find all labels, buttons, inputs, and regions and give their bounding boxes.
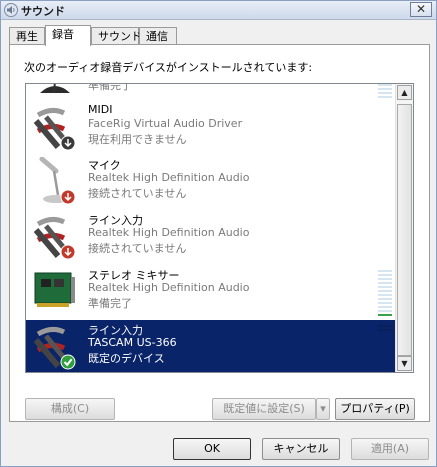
configure-button[interactable]: 構成(C) (25, 398, 115, 420)
scroll-down-button[interactable]: ▼ (397, 356, 412, 371)
sound-card-icon (34, 272, 75, 307)
properties-button[interactable]: プロパティ(P) (335, 398, 415, 420)
sound-dialog: サウンド ✕ 再生 録音 サウンド 通信 次のオーディオ録音デバイスがインストー… (0, 0, 437, 467)
device-item[interactable]: MIDI FaceRig Virtual Audio Driver 現在利用でき… (26, 101, 396, 154)
device-driver: TASCAM US-366 (88, 336, 177, 349)
speaker-icon (4, 3, 18, 17)
rca-jack-icon (33, 326, 76, 370)
device-item[interactable]: マイク Realtek High Definition Audio 接続されてい… (26, 155, 396, 208)
device-item[interactable]: ステレオ ミキサー Realtek High Definition Audio … (26, 265, 396, 318)
window-title: サウンド (21, 5, 65, 18)
tab-playback[interactable]: 再生 (9, 27, 45, 45)
rca-jack-icon (33, 216, 76, 260)
apply-button[interactable]: 適用(A) (351, 438, 429, 460)
scroll-thumb[interactable] (397, 104, 412, 356)
device-item[interactable]: 準備完了 (26, 83, 396, 100)
device-list[interactable]: 準備完了 MIDI FaceRig Virtual Audio Driver 現… (25, 83, 414, 373)
level-meter (378, 268, 392, 316)
device-status: 接続されていません (88, 242, 187, 255)
rca-jack-icon (33, 107, 76, 151)
scroll-up-button[interactable]: ▲ (397, 85, 412, 100)
tab-recording[interactable]: 録音 (45, 25, 91, 46)
device-status: 準備完了 (88, 83, 132, 92)
device-driver: Realtek High Definition Audio (88, 281, 250, 294)
device-status: 接続されていません (88, 187, 187, 200)
device-status: 現在利用できません (88, 133, 187, 146)
chevron-down-icon: ▾ (320, 402, 326, 415)
device-list-label: 次のオーディオ録音デバイスがインストールされています: (24, 61, 313, 74)
tab-sounds[interactable]: サウンド (91, 27, 142, 45)
list-scrollbar[interactable]: ▲ ▼ (395, 84, 413, 372)
device-status: 準備完了 (88, 297, 132, 310)
cancel-button[interactable]: キャンセル (262, 438, 340, 460)
tab-communications[interactable]: 通信 (139, 27, 177, 45)
microphone-icon (39, 157, 76, 205)
ok-button[interactable]: OK (173, 438, 251, 460)
device-item-selected[interactable]: ライン入力 TASCAM US-366 既定のデバイス (26, 320, 396, 372)
recording-panel: 次のオーディオ録音デバイスがインストールされています: 準備完了 MIDI Fa… (9, 44, 430, 422)
set-default-button[interactable]: 既定値に設定(S) (212, 398, 316, 420)
level-meter (378, 84, 392, 98)
level-meter (378, 323, 392, 371)
close-icon: ✕ (415, 2, 427, 16)
device-driver: Realtek High Definition Audio (88, 171, 250, 184)
device-driver: Realtek High Definition Audio (88, 226, 250, 239)
device-name: MIDI (88, 103, 113, 116)
device-status: 既定のデバイス (88, 352, 165, 365)
microphone-icon (40, 84, 70, 94)
title-bar: サウンド ✕ (1, 1, 436, 20)
device-item[interactable]: ライン入力 Realtek High Definition Audio 接続され… (26, 210, 396, 263)
close-button[interactable]: ✕ (410, 2, 432, 17)
set-default-dropdown[interactable]: ▾ (316, 398, 330, 420)
device-driver: FaceRig Virtual Audio Driver (88, 117, 243, 130)
